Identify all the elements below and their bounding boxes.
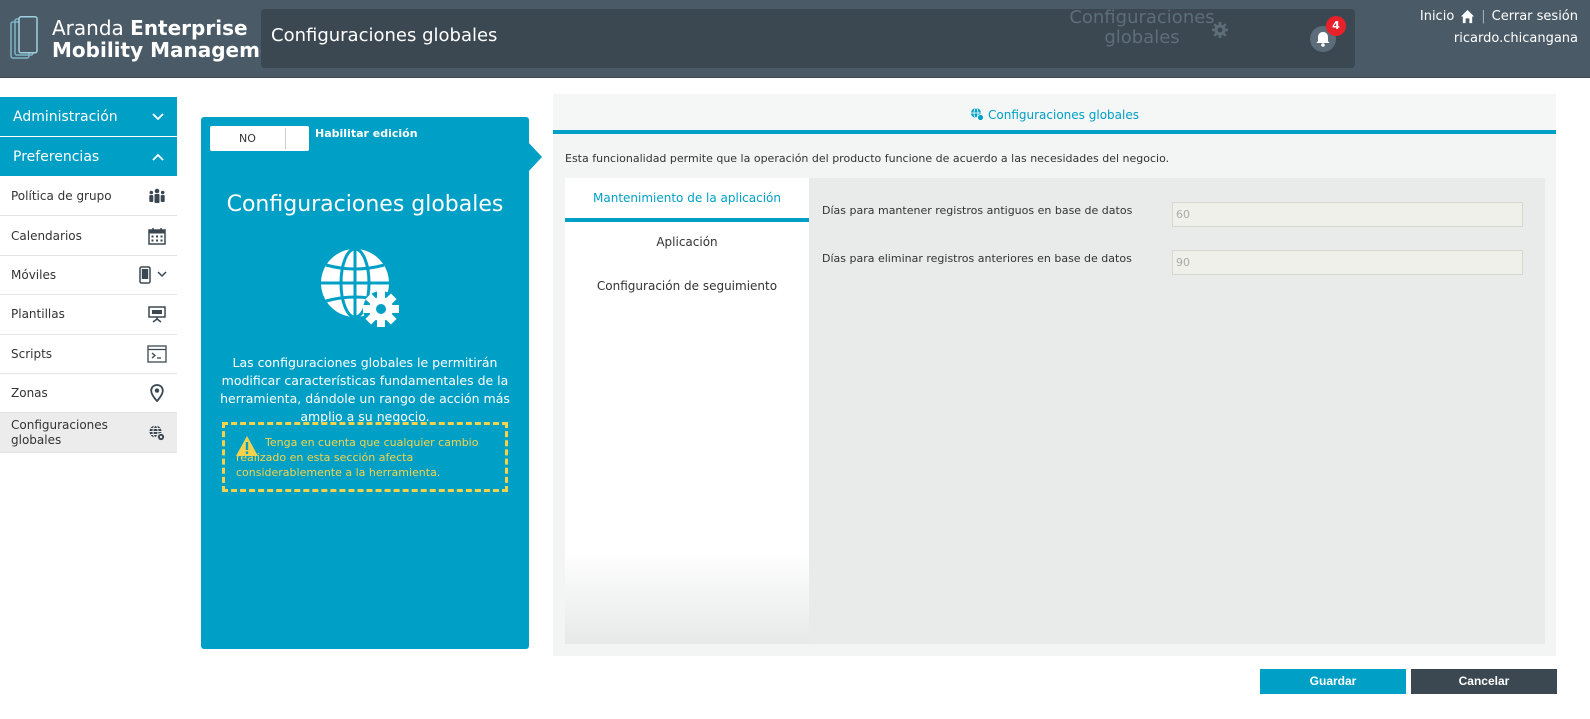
field-label: Días para eliminar registros anteriores … [822,252,1132,265]
sidebar-section-label: Administración [13,108,118,125]
brand-light: Aranda [52,16,131,40]
mobile-icon [139,266,151,284]
chevron-up-icon [152,153,164,161]
group-icon [149,188,165,204]
chevron-down-icon[interactable] [157,271,167,278]
sidebar-item-configuraciones-globales[interactable]: Configuraciones globales [0,413,177,454]
sidebar: Administración Preferencias Política de … [0,97,177,454]
sidebar-item-label: Zonas [11,386,48,401]
top-links: Inicio | Cerrar sesión ricardo.chicangan… [1420,9,1578,46]
globe-gear-icon [149,424,166,441]
warning-box: Tenga en cuenta que cualquier cambio rea… [222,422,508,492]
field-dias-eliminar: Días para eliminar registros anteriores … [822,250,1532,278]
aranda-logo-icon [10,16,38,59]
edit-toggle[interactable]: NO [210,126,309,151]
brand-bold: Enterprise [130,16,248,40]
toggle-value: NO [239,132,256,145]
terminal-icon [147,345,167,363]
sidebar-item-politica-de-grupo[interactable]: Política de grupo [0,177,177,217]
chevron-down-icon [152,112,164,120]
gear-icon [1212,22,1228,38]
dias-mantener-input[interactable]: 60 [1172,202,1523,227]
main-panel: Configuraciones globales Esta funcionali… [553,94,1556,656]
sidebar-section-administracion[interactable]: Administración [0,97,177,136]
home-icon[interactable] [1460,9,1475,24]
logout-link[interactable]: Cerrar sesión [1492,9,1578,24]
notification-badge: 4 [1326,16,1346,36]
toggle-label: Habilitar edición [315,127,418,140]
location-pin-icon [150,384,164,403]
main-description: Esta funcionalidad permite que la operac… [565,152,1170,165]
sidebar-item-zonas[interactable]: Zonas [0,373,177,414]
sidebar-item-label: Configuraciones globales [11,417,108,447]
field-label: Días para mantener registros antiguos en… [822,204,1133,217]
sidebar-section-preferencias[interactable]: Preferencias [0,137,177,176]
dias-eliminar-input[interactable]: 90 [1172,250,1523,275]
tab-configuracion-seguimiento[interactable]: Configuración de seguimiento [565,266,809,310]
tab-mantenimiento[interactable]: Mantenimiento de la aplicación [565,178,809,222]
username: ricardo.chicangana [1453,31,1578,46]
link-separator: | [1481,9,1486,24]
sidebar-item-moviles[interactable]: Móviles [0,255,177,296]
top-header: Aranda Enterprise Mobility Management Co… [0,0,1590,78]
settings-tabs: Mantenimiento de la aplicación Aplicació… [565,178,809,644]
globe-gear-icon [321,247,399,327]
cancel-button[interactable]: Cancelar [1411,669,1557,694]
info-panel-description: Las configuraciones globales le permitir… [220,355,510,424]
panel-pointer [528,142,542,172]
info-panel: NO Habilitar edición Configuraciones glo… [201,117,529,649]
info-panel-title: Configuraciones globales [226,192,504,217]
main-panel-title: Configuraciones globales [988,108,1139,122]
main-panel-header: Configuraciones globales [553,94,1556,134]
globe-gear-icon [971,107,984,121]
sidebar-item-calendarios[interactable]: Calendarios [0,216,177,256]
toggle-divider [285,128,286,149]
sidebar-item-label: Plantillas [11,307,65,322]
sidebar-item-label: Scripts [11,346,53,361]
presentation-icon [148,306,166,323]
sidebar-item-scripts[interactable]: Scripts [0,334,177,374]
tab-aplicacion[interactable]: Aplicación [565,222,809,266]
sidebar-item-label: Política de grupo [11,189,112,204]
sidebar-section-label: Preferencias [13,148,100,165]
sidebar-item-label: Calendarios [11,228,82,243]
field-dias-mantener: Días para mantener registros antiguos en… [822,202,1532,230]
sidebar-item-plantillas[interactable]: Plantillas [0,295,177,335]
sidebar-item-label: Móviles [11,267,57,282]
settings-content: Mantenimiento de la aplicación Aplicació… [565,178,1545,644]
calendar-icon [148,227,166,245]
save-button[interactable]: Guardar [1260,669,1406,694]
warning-text: Tenga en cuenta que cualquier cambio rea… [236,436,479,479]
page-title: Configuraciones globales [271,25,498,46]
home-link[interactable]: Inicio [1420,9,1454,24]
